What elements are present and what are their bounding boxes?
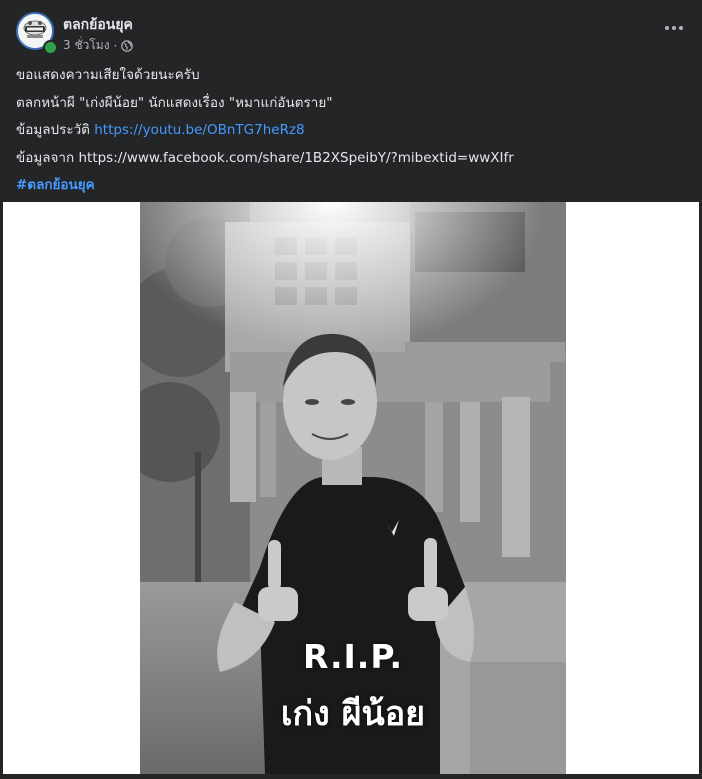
post-meta: 3 ชั่วโมง · <box>63 36 134 55</box>
post-text-line: #ตลกย้อนยุค <box>16 172 686 200</box>
post-photo-container: R.I.P. เก่ง ผีน้อย <box>3 202 699 774</box>
globe-icon[interactable] <box>121 39 134 52</box>
more-options-button[interactable] <box>662 20 686 36</box>
post-header: ตลกย้อนยุค 3 ชั่วโมง · <box>16 12 686 56</box>
post-time[interactable]: 3 ชั่วโมง <box>63 36 110 55</box>
post-text-line: ข้อมูลประวัติ https://youtu.be/OBnTG7heR… <box>16 117 686 145</box>
post-bottom-edge <box>0 774 702 779</box>
hashtag-link[interactable]: #ตลกย้อนยุค <box>16 177 95 193</box>
post-body: ขอแสดงความเสียใจด้วยนะครับ ตลกหน้าผี "เก… <box>16 62 686 200</box>
facebook-post: ตลกย้อนยุค 3 ชั่วโมง · ขอแสดงความเสียใจด… <box>0 0 702 779</box>
post-text-line: ข้อมูลจาก https://www.facebook.com/share… <box>16 149 514 166</box>
more-dot <box>665 26 669 30</box>
post-text-line: ขอแสดงความเสียใจด้วยนะครับ <box>16 67 200 83</box>
more-dot <box>679 26 683 30</box>
rip-name: เก่ง ผีน้อย <box>280 694 426 734</box>
meta-separator: · <box>113 38 118 53</box>
rip-title: R.I.P. <box>302 637 404 676</box>
post-text-line: ตลกหน้าผี "เก่งผีน้อย" นักแสดงเรื่อง "หม… <box>16 94 333 111</box>
post-photo[interactable]: R.I.P. เก่ง ผีน้อย <box>140 202 566 774</box>
page-name[interactable]: ตลกย้อนยุค <box>63 14 133 36</box>
youtube-link[interactable]: https://youtu.be/OBnTG7heRz8 <box>94 122 304 138</box>
more-dot <box>672 26 676 30</box>
online-status-dot <box>43 40 58 55</box>
history-label: ข้อมูลประวัติ <box>16 122 95 138</box>
